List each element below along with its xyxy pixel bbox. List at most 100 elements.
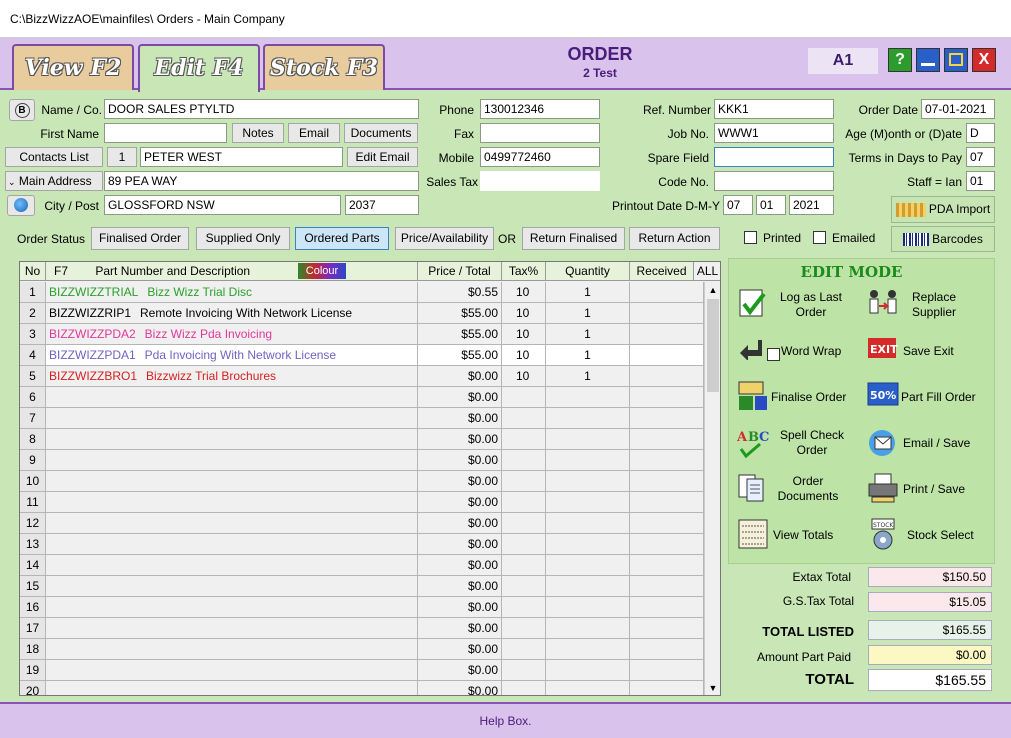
quantity-cell[interactable]: 1 bbox=[546, 345, 630, 366]
table-row[interactable]: 12 $0.00 bbox=[20, 513, 705, 534]
quantity-cell[interactable]: 1 bbox=[546, 303, 630, 324]
tax-cell[interactable] bbox=[502, 450, 546, 471]
table-row[interactable]: 10 $0.00 bbox=[20, 471, 705, 492]
received-cell[interactable] bbox=[630, 471, 704, 492]
finalised-order-button[interactable]: Finalised Order bbox=[91, 227, 189, 250]
print-save-icon[interactable] bbox=[866, 471, 900, 505]
amount-part-paid-field[interactable]: $0.00 bbox=[868, 645, 992, 665]
tax-cell[interactable] bbox=[502, 576, 546, 597]
price-cell[interactable]: $0.55 bbox=[418, 282, 502, 303]
quantity-cell[interactable] bbox=[546, 387, 630, 408]
help-button[interactable]: ? bbox=[888, 48, 912, 72]
row-number[interactable]: 10 bbox=[20, 471, 46, 492]
emailed-checkbox[interactable] bbox=[813, 231, 826, 244]
table-row[interactable]: 17 $0.00 bbox=[20, 618, 705, 639]
quantity-cell[interactable] bbox=[546, 681, 630, 695]
price-cell[interactable]: $0.00 bbox=[418, 618, 502, 639]
column-header-no[interactable]: No bbox=[20, 262, 46, 281]
ref-number-field[interactable]: KKK1 bbox=[714, 99, 834, 119]
row-number[interactable]: 20 bbox=[20, 681, 46, 695]
received-cell[interactable] bbox=[630, 324, 704, 345]
row-number[interactable]: 12 bbox=[20, 513, 46, 534]
sales-tax-field[interactable] bbox=[480, 171, 600, 191]
map-lookup-button[interactable] bbox=[7, 195, 35, 216]
tax-cell[interactable] bbox=[502, 555, 546, 576]
received-cell[interactable] bbox=[630, 492, 704, 513]
email-save-icon[interactable] bbox=[866, 426, 900, 460]
quantity-cell[interactable] bbox=[546, 513, 630, 534]
price-cell[interactable]: $0.00 bbox=[418, 450, 502, 471]
minimize-button[interactable] bbox=[916, 48, 940, 72]
finalise-order-icon[interactable] bbox=[737, 379, 771, 413]
received-cell[interactable] bbox=[630, 639, 704, 660]
part-description-cell[interactable] bbox=[46, 513, 418, 534]
documents-button[interactable]: Documents bbox=[344, 123, 418, 143]
contact-number-field[interactable]: 1 bbox=[107, 147, 137, 167]
quantity-cell[interactable]: 1 bbox=[546, 282, 630, 303]
main-address-field[interactable]: 89 PEA WAY bbox=[104, 171, 419, 191]
notes-button[interactable]: Notes bbox=[232, 123, 284, 143]
tax-cell[interactable] bbox=[502, 597, 546, 618]
column-header-received[interactable]: Received bbox=[630, 262, 694, 281]
view-totals-icon[interactable] bbox=[737, 517, 771, 551]
price-cell[interactable]: $0.00 bbox=[418, 639, 502, 660]
quantity-cell[interactable] bbox=[546, 450, 630, 471]
price-cell[interactable]: $0.00 bbox=[418, 660, 502, 681]
spell-check-icon[interactable]: ABC bbox=[736, 427, 771, 461]
quantity-cell[interactable]: 1 bbox=[546, 324, 630, 345]
received-cell[interactable] bbox=[630, 618, 704, 639]
stock-select-button[interactable]: Stock Select bbox=[907, 528, 987, 543]
quantity-cell[interactable] bbox=[546, 408, 630, 429]
part-description-cell[interactable]: BIZZWIZZPDA1 Pda Invoicing With Network L… bbox=[46, 345, 418, 366]
ordered-parts-button[interactable]: Ordered Parts bbox=[295, 227, 389, 250]
row-number[interactable]: 16 bbox=[20, 597, 46, 618]
part-description-cell[interactable]: BIZZWIZZBRO1 Bizzwizz Trial Brochures bbox=[46, 366, 418, 387]
colour-button[interactable]: Colour bbox=[298, 263, 346, 279]
tax-cell[interactable]: 10 bbox=[502, 282, 546, 303]
part-description-cell[interactable] bbox=[46, 408, 418, 429]
first-name-field[interactable] bbox=[104, 123, 227, 143]
tax-cell[interactable] bbox=[502, 534, 546, 555]
tax-cell[interactable]: 10 bbox=[502, 303, 546, 324]
tax-cell[interactable] bbox=[502, 513, 546, 534]
received-cell[interactable] bbox=[630, 513, 704, 534]
part-description-cell[interactable] bbox=[46, 660, 418, 681]
table-row[interactable]: 1 BIZZWIZZTRIAL Bizz Wizz Trial Disc $0.55 1… bbox=[20, 282, 705, 303]
part-fill-icon[interactable]: 50% bbox=[867, 381, 899, 409]
printed-checkbox[interactable] bbox=[744, 231, 757, 244]
quantity-cell[interactable] bbox=[546, 597, 630, 618]
price-cell[interactable]: $0.00 bbox=[418, 576, 502, 597]
print-save-button[interactable]: Print / Save bbox=[903, 482, 977, 497]
tax-cell[interactable] bbox=[502, 408, 546, 429]
email-button[interactable]: Email bbox=[288, 123, 340, 143]
row-number[interactable]: 19 bbox=[20, 660, 46, 681]
part-description-cell[interactable] bbox=[46, 534, 418, 555]
code-number-field[interactable] bbox=[714, 171, 834, 191]
name-field[interactable]: DOOR SALES PTYLTD bbox=[104, 99, 419, 119]
received-cell[interactable] bbox=[630, 345, 704, 366]
price-cell[interactable]: $0.00 bbox=[418, 513, 502, 534]
price-cell[interactable]: $0.00 bbox=[418, 366, 502, 387]
row-number[interactable]: 5 bbox=[20, 366, 46, 387]
price-cell[interactable]: $0.00 bbox=[418, 471, 502, 492]
tax-cell[interactable]: 10 bbox=[502, 324, 546, 345]
received-cell[interactable] bbox=[630, 681, 704, 695]
table-row[interactable]: 13 $0.00 bbox=[20, 534, 705, 555]
part-description-cell[interactable] bbox=[46, 450, 418, 471]
quantity-cell[interactable] bbox=[546, 660, 630, 681]
tax-cell[interactable] bbox=[502, 618, 546, 639]
part-description-cell[interactable]: BIZZWIZZRIP1 Remote Invoicing With Networ… bbox=[46, 303, 418, 324]
tax-cell[interactable] bbox=[502, 639, 546, 660]
pda-import-button[interactable]: PDA Import bbox=[891, 196, 995, 223]
tax-cell[interactable] bbox=[502, 471, 546, 492]
table-row[interactable]: 8 $0.00 bbox=[20, 429, 705, 450]
price-cell[interactable]: $0.00 bbox=[418, 408, 502, 429]
row-number[interactable]: 1 bbox=[20, 282, 46, 303]
row-number[interactable]: 18 bbox=[20, 639, 46, 660]
postcode-field[interactable]: 2037 bbox=[345, 195, 419, 215]
customer-lookup-button[interactable]: B bbox=[9, 99, 35, 121]
row-number[interactable]: 11 bbox=[20, 492, 46, 513]
spare-field-input[interactable] bbox=[714, 147, 834, 167]
tax-cell[interactable]: 10 bbox=[502, 345, 546, 366]
quantity-cell[interactable] bbox=[546, 492, 630, 513]
